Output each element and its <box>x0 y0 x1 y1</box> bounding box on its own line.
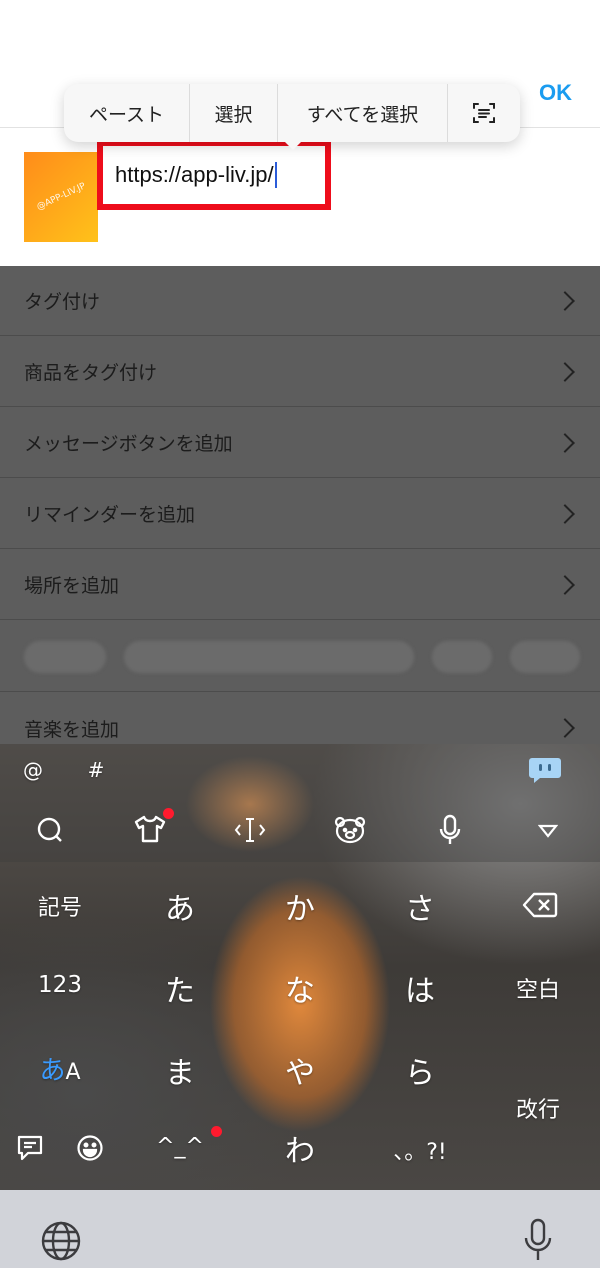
emoji-face-icon[interactable] <box>76 1134 104 1162</box>
location-suggestions <box>0 622 600 692</box>
kana-a-key[interactable]: あ <box>140 884 220 928</box>
caption-text: https://app-liv.jp/ <box>115 162 274 187</box>
menu-pointer <box>283 140 303 150</box>
system-keyboard-bar <box>0 1190 600 1268</box>
kana-wa-key[interactable]: わ <box>260 1126 340 1170</box>
keyboard: @ # 記号 あ か さ 123 た な は 空白 あA ま や ら 改行 ^_… <box>0 744 600 1190</box>
scan-text-icon <box>473 103 495 123</box>
kana-ma-key[interactable]: ま <box>140 1048 220 1092</box>
chevron-right-icon <box>555 503 575 524</box>
post-thumbnail: @APP-LIV.JP <box>24 152 98 242</box>
at-key[interactable]: @ <box>20 758 46 782</box>
ok-button[interactable]: OK <box>539 80 572 106</box>
input-mode-key[interactable]: あA <box>20 1050 100 1087</box>
list-item-label: リマインダーを追加 <box>24 504 196 526</box>
list-item-tag[interactable]: タグ付け <box>0 266 600 336</box>
chevron-right-icon <box>555 361 575 382</box>
globe-icon[interactable] <box>40 1220 82 1262</box>
list-item-label: 音楽を追加 <box>24 718 120 741</box>
list-item-label: 場所を追加 <box>24 575 120 597</box>
chevron-right-icon <box>555 718 575 738</box>
scan-text-button[interactable] <box>448 84 520 142</box>
select-menu-item[interactable]: 選択 <box>190 84 278 142</box>
emoji-bear-icon[interactable] <box>334 816 366 844</box>
keyboard-collapse-icon[interactable] <box>538 824 558 838</box>
search-icon[interactable] <box>36 816 64 844</box>
list-item-label: 商品をタグ付け <box>24 362 158 384</box>
dictation-microphone-icon[interactable] <box>522 1218 554 1262</box>
kana-ta-key[interactable]: た <box>140 966 220 1010</box>
chevron-right-icon <box>555 290 575 311</box>
kana-ya-key[interactable]: や <box>260 1048 340 1092</box>
list-item-label: タグ付け <box>24 291 101 313</box>
location-chip[interactable] <box>432 640 492 673</box>
cursor-move-icon[interactable] <box>234 816 266 844</box>
notification-dot <box>211 1126 222 1137</box>
caption-input[interactable]: https://app-liv.jp/ <box>97 140 331 210</box>
space-key[interactable]: 空白 <box>498 972 578 1004</box>
chevron-right-icon <box>555 574 575 595</box>
kana-sa-key[interactable]: さ <box>380 884 460 928</box>
location-chip[interactable] <box>510 640 580 673</box>
kaomoji-key[interactable]: ^_^ <box>140 1134 220 1159</box>
hash-key[interactable]: # <box>84 758 108 782</box>
mode-latin-label: A <box>65 1060 81 1085</box>
select-all-menu-item[interactable]: すべてを選択 <box>278 84 448 142</box>
location-chip[interactable] <box>124 640 414 673</box>
backspace-icon[interactable] <box>522 892 558 918</box>
mode-hiragana-label: あ <box>39 1056 66 1086</box>
list-item-tag-products[interactable]: 商品をタグ付け <box>0 337 600 407</box>
memo-icon[interactable] <box>16 1134 44 1162</box>
microphone-icon[interactable] <box>438 814 462 846</box>
kana-ka-key[interactable]: か <box>260 884 340 928</box>
kana-na-key[interactable]: な <box>260 966 340 1010</box>
notification-dot <box>163 808 174 819</box>
chat-bubble-icon[interactable] <box>528 756 562 784</box>
number-key[interactable]: 123 <box>20 972 100 998</box>
symbol-key[interactable]: 記号 <box>20 890 100 922</box>
kana-ha-key[interactable]: は <box>380 966 460 1010</box>
return-key[interactable]: 改行 <box>498 1092 578 1124</box>
location-chip[interactable] <box>24 640 106 673</box>
list-item-message-button[interactable]: メッセージボタンを追加 <box>0 408 600 478</box>
paste-menu-item[interactable]: ペースト <box>64 84 190 142</box>
list-item-label: メッセージボタンを追加 <box>24 433 233 455</box>
theme-shirt-icon[interactable] <box>134 814 166 844</box>
edit-context-menu: ペースト 選択 すべてを選択 <box>64 84 520 142</box>
chevron-right-icon <box>555 432 575 453</box>
punctuation-key[interactable]: 、。?! <box>380 1134 460 1166</box>
thumbnail-watermark: @APP-LIV.JP <box>35 181 87 213</box>
text-caret <box>274 162 277 188</box>
list-item-location[interactable]: 場所を追加 <box>0 550 600 620</box>
kana-ra-key[interactable]: ら <box>380 1048 460 1092</box>
post-options-list: タグ付け 商品をタグ付け メッセージボタンを追加 リマインダーを追加 場所を追加… <box>0 266 600 744</box>
list-item-reminder[interactable]: リマインダーを追加 <box>0 479 600 549</box>
